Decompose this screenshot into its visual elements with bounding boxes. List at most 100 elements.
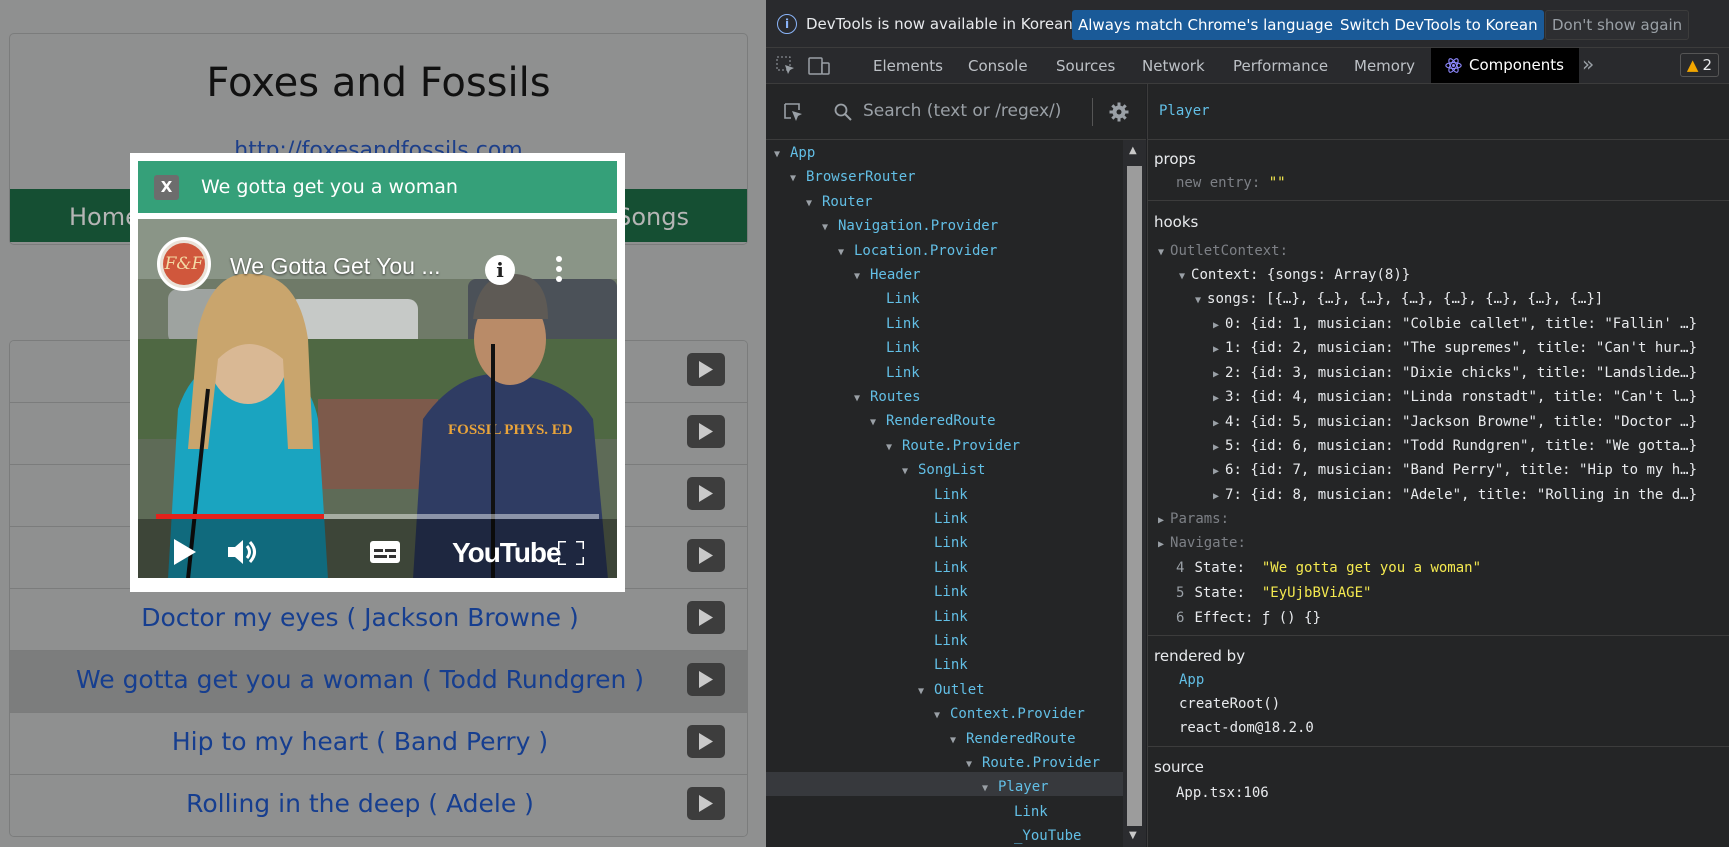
song-row-active[interactable]: We gotta get you a woman ( Todd Rundgren… (10, 651, 747, 713)
tree-node[interactable]: Link (998, 800, 1048, 824)
tree-node[interactable]: Link (918, 507, 968, 531)
video-progress-bar[interactable] (156, 514, 599, 519)
hook-navigate[interactable]: ▶ Navigate: (1158, 535, 1246, 551)
tree-node[interactable]: ▼ RenderedRoute (950, 727, 1076, 751)
tree-node[interactable]: ▼ Context.Provider (934, 702, 1085, 726)
hook-context[interactable]: ▼ Context: {songs: Array(8)} (1179, 267, 1410, 283)
collapse-arrow-icon[interactable]: ▼ (822, 216, 838, 240)
song-row[interactable]: Rolling in the deep ( Adele ) (10, 775, 747, 836)
match-language-button[interactable]: Always match Chrome's language (1072, 10, 1339, 40)
song-entry[interactable]: ▶ 3: {id: 4, musician: "Linda ronstadt", … (1213, 389, 1697, 405)
tree-node[interactable]: Link (918, 580, 968, 604)
prop-value[interactable]: "" (1269, 175, 1286, 191)
play-button[interactable] (687, 539, 725, 572)
scroll-down-icon[interactable]: ▼ (1129, 830, 1137, 841)
tree-node[interactable]: ▼ Header (854, 263, 921, 287)
tree-node[interactable]: ▼ Route.Provider (886, 434, 1020, 458)
hook-value[interactable]: "We gotta get you a woman" (1262, 560, 1481, 576)
song-row[interactable]: Doctor my eyes ( Jackson Browne ) (10, 589, 747, 651)
dont-show-again-button[interactable]: Don't show again (1545, 10, 1690, 40)
tree-node[interactable]: Link (870, 287, 920, 311)
tree-node[interactable]: ▼ Location.Provider (838, 239, 997, 263)
collapse-arrow-icon[interactable]: ▼ (790, 167, 806, 191)
collapse-arrow-icon[interactable]: ▼ (950, 729, 966, 753)
nav-songs-link[interactable]: Songs (616, 203, 689, 231)
tree-node[interactable]: _YouTube (998, 824, 1081, 847)
fullscreen-icon[interactable] (558, 541, 584, 565)
tree-node[interactable]: ▼ BrowserRouter (790, 165, 916, 189)
tree-node[interactable]: Link (870, 336, 920, 360)
tree-node[interactable]: ▼ Player (982, 775, 1049, 799)
tree-node[interactable]: Link (870, 312, 920, 336)
youtube-video[interactable]: FOSSIL PHYS. ED F&F We Gotta Get You ...… (138, 219, 617, 578)
hook-outlet-context[interactable]: ▼ OutletContext: (1158, 243, 1288, 259)
tree-node[interactable]: ▼ App (774, 141, 815, 165)
hook-effect[interactable]: 6 Effect: ƒ () {} (1176, 610, 1321, 626)
tree-node[interactable]: ▼ Navigation.Provider (822, 214, 998, 238)
collapse-arrow-icon[interactable]: ▼ (982, 777, 998, 801)
collapse-arrow-icon[interactable]: ▼ (966, 753, 982, 777)
song-entry[interactable]: ▶ 7: {id: 8, musician: "Adele", title: "R… (1213, 487, 1697, 503)
video-title[interactable]: We Gotta Get You ... (230, 253, 441, 280)
tree-node[interactable]: ▼ Route.Provider (966, 751, 1100, 775)
tree-node[interactable]: Link (870, 361, 920, 385)
collapse-arrow-icon[interactable]: ▼ (838, 241, 854, 265)
tree-node[interactable]: Link (918, 556, 968, 580)
song-entry[interactable]: ▶ 1: {id: 2, musician: "The supremes", ti… (1213, 340, 1697, 356)
song-title[interactable]: Doctor my eyes ( Jackson Browne ) (10, 603, 710, 632)
settings-gear-icon[interactable] (1109, 102, 1129, 122)
collapse-arrow-icon[interactable]: ▼ (886, 436, 902, 460)
play-button[interactable] (687, 787, 725, 820)
scroll-up-icon[interactable]: ▲ (1129, 145, 1137, 156)
song-title[interactable]: Rolling in the deep ( Adele ) (10, 789, 710, 818)
tab-elements[interactable]: Elements (873, 57, 943, 75)
tree-node[interactable]: Link (918, 629, 968, 653)
song-title[interactable]: Hip to my heart ( Band Perry ) (10, 727, 710, 756)
scroll-thumb[interactable] (1127, 166, 1142, 826)
tree-node[interactable]: Link (918, 605, 968, 629)
song-row[interactable]: Hip to my heart ( Band Perry ) (10, 713, 747, 775)
more-options-icon[interactable] (556, 256, 562, 284)
close-button[interactable]: X (154, 175, 179, 200)
hook-state-title[interactable]: 4 State: "We gotta get you a woman" (1176, 560, 1481, 576)
tree-node[interactable]: ▼ Outlet (918, 678, 985, 702)
collapse-arrow-icon[interactable]: ▼ (806, 192, 822, 216)
rendered-by-app[interactable]: App (1179, 672, 1204, 688)
song-entry[interactable]: ▶ 4: {id: 5, musician: "Jackson Browne", … (1213, 414, 1697, 430)
channel-avatar[interactable]: F&F (157, 237, 211, 291)
warning-badge[interactable]: ▲ 2 (1679, 53, 1719, 77)
hook-songs[interactable]: ▼ songs: [{…}, {…}, {…}, {…}, {…}, {…}, {… (1195, 291, 1603, 307)
play-button[interactable] (687, 477, 725, 510)
song-entry[interactable]: ▶ 6: {id: 7, musician: "Band Perry", titl… (1213, 462, 1697, 478)
info-icon[interactable]: i (485, 255, 515, 285)
tree-node[interactable]: ▼ RenderedRoute (870, 409, 996, 433)
hook-params[interactable]: ▶ Params: (1158, 511, 1229, 527)
tree-node[interactable]: Link (918, 531, 968, 555)
tree-node[interactable]: ▼ SongList (902, 458, 985, 482)
play-button[interactable] (687, 725, 725, 758)
tree-node[interactable]: Link (918, 653, 968, 677)
youtube-logo[interactable]: YouTube (452, 537, 562, 569)
collapse-arrow-icon[interactable]: ▼ (934, 704, 950, 728)
collapse-arrow-icon[interactable]: ▼ (774, 143, 790, 167)
song-title[interactable]: We gotta get you a woman ( Todd Rundgren… (10, 665, 710, 694)
tree-scrollbar[interactable]: ▲ ▼ (1123, 140, 1146, 847)
captions-icon[interactable] (370, 541, 400, 563)
device-toolbar-icon[interactable] (808, 56, 830, 76)
select-component-icon[interactable] (782, 101, 804, 123)
tab-network[interactable]: Network (1142, 57, 1205, 75)
inspect-element-icon[interactable] (776, 56, 796, 76)
collapse-arrow-icon[interactable]: ▼ (870, 411, 886, 435)
collapse-arrow-icon[interactable]: ▼ (918, 680, 934, 704)
song-entry[interactable]: ▶ 5: {id: 6, musician: "Todd Rundgren", t… (1213, 438, 1697, 454)
prop-new-entry[interactable]: new entry: "" (1176, 175, 1286, 191)
song-entry[interactable]: ▶ 0: {id: 1, musician: "Colbie callet", t… (1213, 316, 1697, 332)
tab-sources[interactable]: Sources (1056, 57, 1115, 75)
tab-console[interactable]: Console (968, 57, 1028, 75)
play-button[interactable] (687, 601, 725, 634)
tree-node[interactable]: ▼ Router (806, 190, 873, 214)
component-search-input[interactable]: Search (text or /regex/) (863, 101, 1061, 121)
collapse-arrow-icon[interactable]: ▼ (854, 387, 870, 411)
more-tabs-icon[interactable]: » (1582, 52, 1594, 76)
hook-value[interactable]: "EyUjbBViAGE" (1262, 585, 1372, 601)
